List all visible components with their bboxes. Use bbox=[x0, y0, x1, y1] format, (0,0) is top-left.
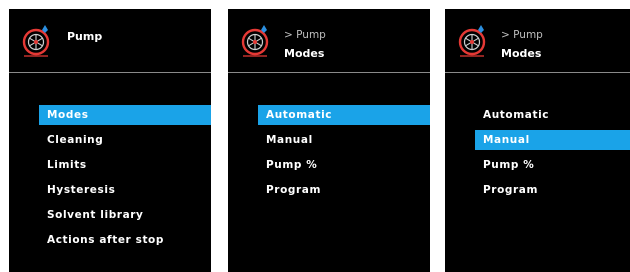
screen-header: > Pump Modes bbox=[445, 9, 630, 73]
menu-item-program[interactable]: Program bbox=[258, 180, 430, 205]
breadcrumb[interactable]: > Pump bbox=[501, 29, 543, 41]
header-divider bbox=[228, 72, 430, 73]
modes-menu-screen: > Pump Modes Automatic Manual Pump % Pro… bbox=[228, 9, 430, 272]
menu-item-solvent-library[interactable]: Solvent library bbox=[39, 205, 211, 230]
screen-header: Pump bbox=[9, 9, 211, 73]
header-divider bbox=[9, 72, 211, 73]
menu-item-actions-after-stop[interactable]: Actions after stop bbox=[39, 230, 211, 255]
menu-item-program[interactable]: Program bbox=[475, 180, 630, 205]
modes-menu-list: Automatic Manual Pump % Program bbox=[475, 105, 630, 205]
screen-title: Pump bbox=[67, 30, 103, 43]
menu-item-limits[interactable]: Limits bbox=[39, 155, 211, 180]
menu-item-pump-percent[interactable]: Pump % bbox=[475, 155, 630, 180]
pump-icon bbox=[458, 25, 486, 57]
pump-menu-list: Modes Cleaning Limits Hysteresis Solvent… bbox=[39, 105, 211, 255]
screen-header: > Pump Modes bbox=[228, 9, 430, 73]
menu-item-cleaning[interactable]: Cleaning bbox=[39, 130, 211, 155]
menu-item-pump-percent[interactable]: Pump % bbox=[258, 155, 430, 180]
pump-icon bbox=[241, 25, 269, 57]
menu-item-modes[interactable]: Modes bbox=[39, 105, 211, 125]
modes-menu-list: Automatic Manual Pump % Program bbox=[258, 105, 430, 205]
menu-item-hysteresis[interactable]: Hysteresis bbox=[39, 180, 211, 205]
pump-menu-screen: Pump Modes Cleaning Limits Hysteresis So… bbox=[9, 9, 211, 272]
screen-title: Modes bbox=[501, 47, 542, 60]
menu-item-automatic[interactable]: Automatic bbox=[258, 105, 430, 125]
breadcrumb[interactable]: > Pump bbox=[284, 29, 326, 41]
menu-item-manual[interactable]: Manual bbox=[258, 130, 430, 155]
modes-menu-screen: > Pump Modes Automatic Manual Pump % Pro… bbox=[445, 9, 630, 272]
menu-item-automatic[interactable]: Automatic bbox=[475, 105, 630, 130]
menu-item-manual[interactable]: Manual bbox=[475, 130, 630, 150]
screen-title: Modes bbox=[284, 47, 325, 60]
header-divider bbox=[445, 72, 630, 73]
pump-icon bbox=[22, 25, 50, 57]
